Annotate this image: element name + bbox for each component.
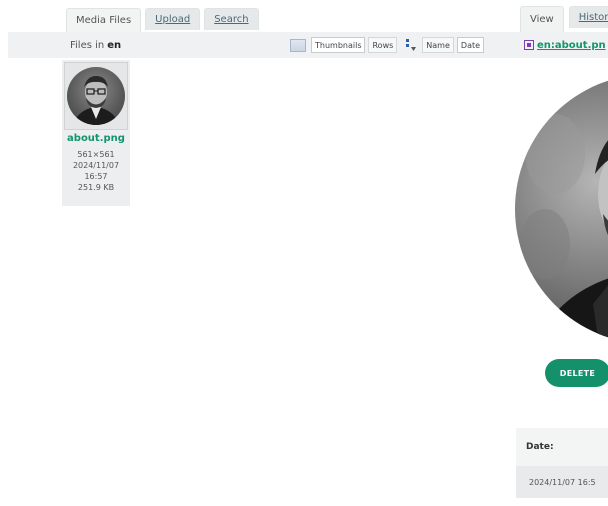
tab-upload[interactable]: Upload	[145, 8, 201, 30]
files-in-namespace: en	[107, 39, 122, 51]
file-info-table: Date: 2024/11/07 16:5	[516, 428, 608, 498]
files-in-prefix: Files in	[70, 39, 105, 51]
portrait-thumbnail	[67, 67, 125, 125]
sort-date-label: Date	[460, 41, 481, 50]
tab-view[interactable]: View	[520, 6, 564, 32]
detail-file-link[interactable]: en:about.pn	[524, 38, 606, 52]
image-preview	[515, 74, 608, 344]
tab-search-label: Search	[214, 14, 249, 25]
thumbnail-meta: 561×561 2024/11/07 16:57 251.9 KB	[62, 149, 130, 193]
view-rows-button[interactable]: Rows	[368, 37, 398, 53]
thumbnail-dimensions: 561×561	[77, 150, 115, 159]
tab-media-files[interactable]: Media Files	[66, 8, 142, 32]
tab-media-files-label: Media Files	[76, 15, 132, 26]
view-rows-label: Rows	[372, 41, 394, 50]
image-file-icon	[524, 40, 534, 50]
files-toolbar: Files in en Thumbnails Rows Name Date	[8, 32, 608, 58]
media-manager: Media Files Upload Search Files in en Th…	[0, 0, 608, 506]
sort-date-button[interactable]: Date	[456, 37, 485, 53]
tab-view-label: View	[530, 14, 554, 25]
thumbnail-filename-link[interactable]: about.png	[62, 133, 130, 144]
file-thumbnail-card[interactable]: about.png 561×561 2024/11/07 16:57 251.9…	[62, 60, 130, 206]
thumbnail-date: 2024/11/07	[72, 161, 120, 170]
sort-name-label: Name	[426, 41, 450, 50]
thumbnail-time: 16:57	[84, 172, 108, 181]
date-value: 2024/11/07 16:5	[516, 466, 608, 498]
thumbnail-image[interactable]	[64, 62, 128, 130]
sort-direction-icon[interactable]	[403, 38, 417, 52]
thumbnails-icon	[290, 38, 306, 52]
view-controls: Thumbnails Rows Name Date	[290, 36, 485, 54]
thumbnail-size: 251.9 KB	[77, 183, 115, 192]
media-tabs: Media Files Upload Search	[66, 8, 259, 32]
delete-button[interactable]: DELETE	[545, 359, 608, 387]
tab-upload-label: Upload	[155, 14, 191, 25]
view-thumbnails-label: Thumbnails	[315, 41, 362, 50]
tab-history-label: Histor	[578, 12, 608, 23]
date-label: Date:	[516, 428, 608, 466]
tab-search[interactable]: Search	[204, 8, 259, 30]
view-thumbnails-button[interactable]: Thumbnails	[311, 37, 366, 53]
detail-file-link-text: en:about.pn	[537, 39, 606, 51]
sort-name-button[interactable]: Name	[422, 37, 454, 53]
tab-history[interactable]: Histor	[568, 6, 608, 28]
detail-tabs: View Histor	[520, 6, 608, 32]
files-in-heading: Files in en	[70, 32, 121, 58]
